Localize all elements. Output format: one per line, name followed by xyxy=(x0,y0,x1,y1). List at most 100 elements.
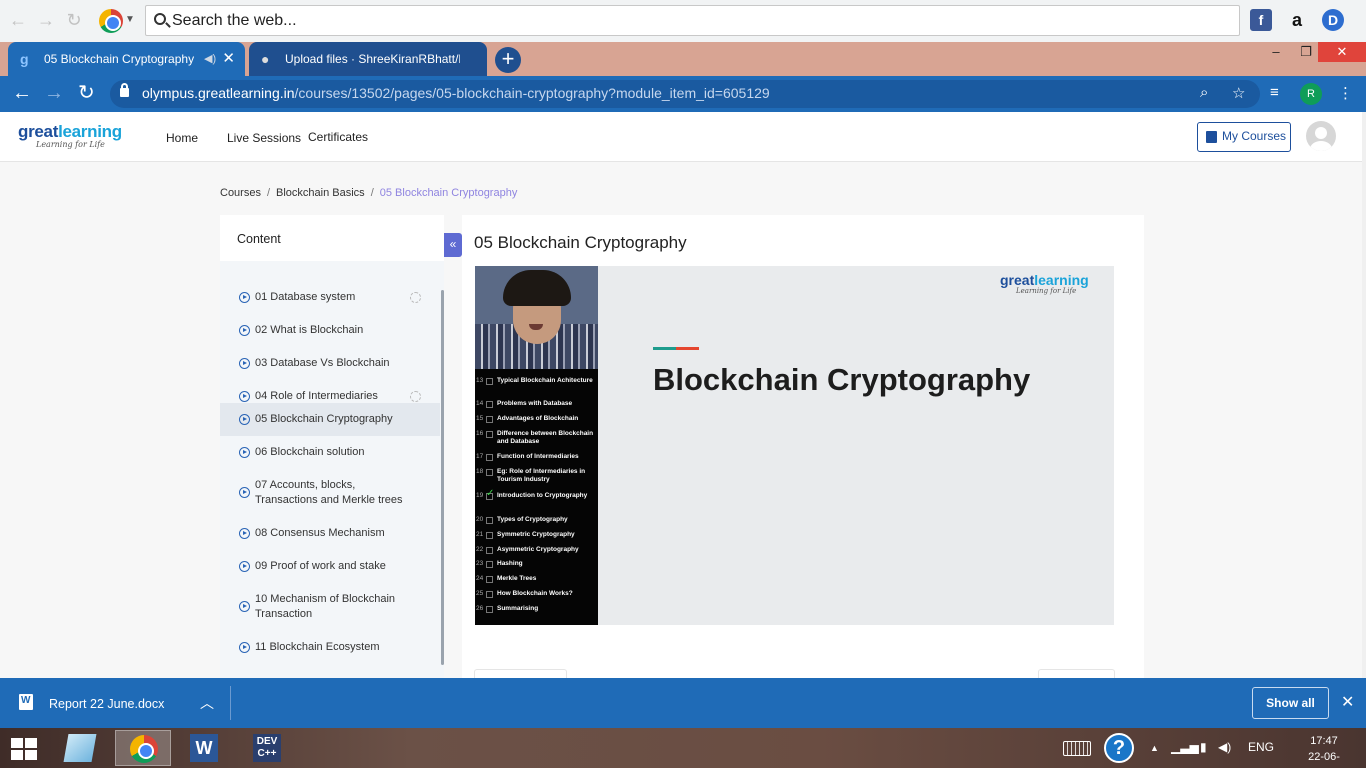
back-icon[interactable]: ← xyxy=(12,82,32,104)
tab-title: Upload files · ShreeKiranRBhatt/L xyxy=(285,52,460,66)
play-circle-icon xyxy=(239,292,250,303)
amazon-icon[interactable]: a xyxy=(1286,9,1308,31)
maximize-icon[interactable]: ❐ xyxy=(1294,42,1318,62)
nav-certificates[interactable]: Certificates xyxy=(308,130,368,144)
greatlearning-favicon-icon: g xyxy=(20,51,29,67)
sidebar-item-07[interactable]: 07 Accounts, blocks, Transactions and Me… xyxy=(220,469,440,517)
ext-d-icon[interactable]: D xyxy=(1322,9,1344,31)
page-title: 05 Blockchain Cryptography xyxy=(474,233,687,252)
play-circle-icon xyxy=(239,447,250,458)
toc-row: 13 Typical Blockchain Achitecture xyxy=(476,377,593,385)
sidebar-item-11[interactable]: 11 Blockchain Ecosystem xyxy=(220,631,440,664)
show-all-button[interactable]: Show all xyxy=(1252,687,1329,719)
taskbar: W DEVC++ ? ▲ ▁▃▅ ▮ ◀) ENG 17:47 22-06-20… xyxy=(0,728,1366,768)
breadcrumb-blockchain-basics[interactable]: Blockchain Basics xyxy=(276,187,365,199)
site-header: greatlearning Learning for Life Home Liv… xyxy=(0,112,1366,162)
minimize-icon[interactable]: – xyxy=(1264,42,1288,62)
progress-ring-icon xyxy=(410,292,421,303)
sidebar-item-06[interactable]: 06 Blockchain solution xyxy=(220,436,440,469)
battery-icon[interactable]: ▮ xyxy=(1200,740,1207,754)
chevron-down-icon[interactable]: ▼ xyxy=(125,14,135,25)
sidebar-item-01[interactable]: 01 Database system xyxy=(220,281,440,314)
tab-title: 05 Blockchain Cryptography xyxy=(44,52,195,66)
play-circle-icon xyxy=(239,601,250,612)
play-circle-icon xyxy=(239,642,250,653)
progress-ring-icon xyxy=(410,391,421,402)
language-indicator[interactable]: ENG xyxy=(1248,740,1274,754)
window-close-icon[interactable]: ✕ xyxy=(1318,42,1366,62)
forward-icon[interactable]: → xyxy=(36,10,56,30)
breadcrumb: Courses / Blockchain Basics/05 Blockchain … xyxy=(220,187,518,199)
facebook-icon[interactable]: f xyxy=(1250,9,1272,31)
devcpp-app[interactable]: DEV C++ xyxy=(239,730,295,766)
sidebar-heading: Content xyxy=(220,215,444,261)
previous-button[interactable] xyxy=(474,669,567,678)
volume-icon[interactable]: ◀) xyxy=(1218,740,1231,754)
reload-icon[interactable]: ↻ xyxy=(78,82,95,104)
sidebar-item-03[interactable]: 03 Database Vs Blockchain xyxy=(220,347,440,380)
url-bar[interactable]: olympus.greatlearning.in/courses/13502/p… xyxy=(110,80,1260,108)
sidebar-scrollbar[interactable] xyxy=(441,290,444,665)
chrome-app[interactable] xyxy=(115,730,171,766)
devcpp-icon: DEV C++ xyxy=(253,734,281,762)
lock-icon[interactable] xyxy=(120,83,129,97)
speaker-icon[interactable]: ◀) xyxy=(204,42,216,76)
menu-icon[interactable]: ⋮ xyxy=(1338,84,1353,102)
close-icon[interactable]: ✕ xyxy=(1341,692,1354,712)
show-hidden-icons-icon[interactable]: ▲ xyxy=(1150,743,1159,753)
page-scrollbar[interactable] xyxy=(1362,112,1366,678)
next-button[interactable] xyxy=(1038,669,1115,678)
sidebar-item-08[interactable]: 08 Consensus Mechanism xyxy=(220,517,440,550)
chevron-up-icon[interactable]: ︿ xyxy=(200,693,214,713)
content-sidebar: Content 01 Database system 02 What is Bl… xyxy=(220,215,444,678)
slide-accent-line xyxy=(653,347,699,350)
play-circle-icon xyxy=(239,391,250,402)
web-search-input[interactable] xyxy=(172,10,1222,32)
notes-icon xyxy=(63,734,97,762)
breadcrumb-current: 05 Blockchain Cryptography xyxy=(379,187,518,199)
keyboard-icon[interactable] xyxy=(1063,741,1091,756)
close-icon[interactable]: ✕ xyxy=(222,42,235,76)
collapse-sidebar-button[interactable]: « xyxy=(444,233,462,257)
refresh-icon[interactable]: ↻ xyxy=(64,10,84,30)
sidebar-item-09[interactable]: 09 Proof of work and stake xyxy=(220,550,440,583)
github-icon: ● xyxy=(261,51,270,67)
sidebar-item-05[interactable]: 05 Blockchain Cryptography xyxy=(220,403,440,436)
tab-upload-files[interactable]: ● Upload files · ShreeKiranRBhatt/L xyxy=(249,42,487,76)
windows-start-icon[interactable] xyxy=(11,738,39,760)
nav-home[interactable]: Home xyxy=(166,131,198,145)
greatlearning-logo[interactable]: greatlearning Learning for Life xyxy=(18,122,122,149)
notes-app[interactable] xyxy=(52,730,108,766)
help-icon[interactable]: ? xyxy=(1104,733,1134,763)
video-player[interactable]: 13 Typical Blockchain Achitecture 14 Probl… xyxy=(475,266,1114,625)
address-bar: ← → ↻ olympus.greatlearning.in/courses/1… xyxy=(0,76,1366,112)
nav-live-sessions[interactable]: Live Sessions xyxy=(227,131,301,145)
sidebar-item-02[interactable]: 02 What is Blockchain xyxy=(220,314,440,347)
signal-icon[interactable]: ▁▃▅ xyxy=(1171,740,1199,754)
sidebar-item-10[interactable]: 10 Mechanism of Blockchain Transaction xyxy=(220,583,440,631)
profile-avatar[interactable]: R xyxy=(1300,83,1322,105)
media-control-icon[interactable]: ≡ xyxy=(1270,84,1279,101)
web-search-box[interactable] xyxy=(145,5,1240,36)
my-courses-button[interactable]: My Courses xyxy=(1197,122,1291,152)
tab-strip: g 05 Blockchain Cryptography ◀) ✕ ● Uplo… xyxy=(0,42,1366,76)
chrome-icon[interactable] xyxy=(99,9,123,33)
play-circle-icon xyxy=(239,528,250,539)
tab-blockchain-cryptography[interactable]: g 05 Blockchain Cryptography ◀) ✕ xyxy=(8,42,245,76)
star-icon[interactable]: ☆ xyxy=(1232,84,1245,102)
breadcrumb-courses[interactable]: Courses xyxy=(220,187,261,199)
zoom-icon[interactable]: ⌕ xyxy=(1200,84,1208,101)
url-text[interactable]: olympus.greatlearning.in/courses/13502/p… xyxy=(142,85,770,101)
forward-icon[interactable]: → xyxy=(44,82,64,104)
play-circle-icon xyxy=(239,358,250,369)
back-icon[interactable]: ← xyxy=(8,10,28,30)
new-tab-button[interactable]: + xyxy=(495,47,521,73)
slide-toc-panel: 13 Typical Blockchain Achitecture 14 Probl… xyxy=(475,369,598,625)
slide-title: Blockchain Cryptography xyxy=(653,362,1031,397)
extension-toolbar: ← → ↻ ▼ f a D xyxy=(0,0,1366,42)
user-avatar[interactable] xyxy=(1306,121,1336,151)
clock[interactable]: 17:47 22-06-2020 xyxy=(1296,733,1352,768)
word-app[interactable]: W xyxy=(176,730,232,766)
play-circle-icon xyxy=(239,487,250,498)
download-file-name[interactable]: Report 22 June.docx xyxy=(49,697,164,711)
